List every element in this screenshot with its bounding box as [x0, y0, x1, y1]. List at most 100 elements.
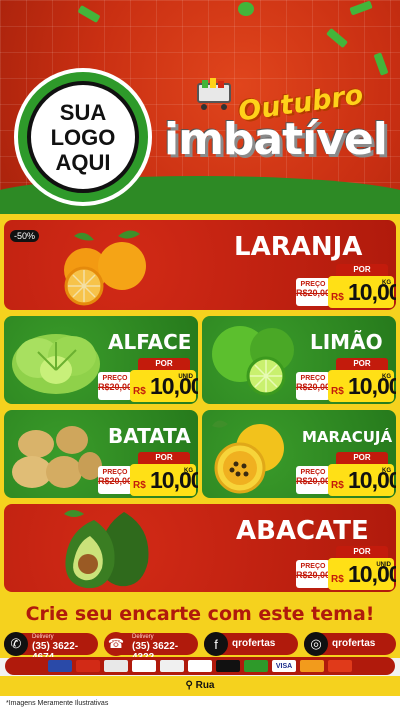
facebook-icon: f — [204, 632, 228, 656]
price-tag: PREÇO R$20,00 POR R$ 10,00 UNID — [296, 546, 396, 590]
card-icon — [328, 660, 352, 672]
currency-label: R$ — [331, 574, 344, 585]
card-icon — [76, 660, 100, 672]
por-label: POR — [336, 264, 388, 276]
discount-badge: -50% — [10, 230, 40, 242]
old-price-box: PREÇO R$20,00 — [296, 278, 330, 306]
lime-image — [212, 326, 294, 396]
product-name: MARACUJÁ — [302, 428, 393, 446]
price-unit: KG — [382, 280, 391, 286]
facebook-handle: qrofertas — [232, 638, 276, 649]
instagram-contact[interactable]: ◎ qrofertas — [304, 632, 396, 656]
card-icon — [132, 660, 156, 672]
logo-line: AQUI — [55, 149, 111, 175]
price-tag: PREÇO R$20,00 POR R$ 10,00 KG — [296, 452, 396, 496]
old-price-label: PREÇO — [300, 281, 326, 288]
whatsapp-icon: ✆ — [4, 632, 28, 656]
logo-circle: SUA LOGO AQUI — [27, 81, 139, 193]
avocado-image — [64, 510, 149, 589]
passion-fruit-image — [212, 420, 284, 494]
old-price-label: PREÇO — [102, 375, 128, 382]
price-box: R$ 10,00 KG — [328, 370, 396, 402]
price-tag: PREÇO R$20,00 POR R$ 10,00 KG — [296, 358, 396, 402]
old-price-label: PREÇO — [300, 469, 326, 476]
old-price-box: PREÇO R$20,00 — [98, 466, 132, 494]
mastercard-icon — [300, 660, 324, 672]
price-unit: UNID — [178, 374, 193, 380]
card-icon — [216, 660, 240, 672]
phone-icon: ☎ — [104, 632, 128, 656]
old-price-box: PREÇO R$20,00 — [296, 560, 330, 588]
delivery-label: Delivery — [132, 634, 154, 640]
old-price-label: PREÇO — [102, 469, 128, 476]
old-price: R$20,00 — [98, 382, 133, 392]
campaign-title: Outubro imbatível — [160, 78, 396, 186]
address-text: Rua — [195, 680, 215, 691]
currency-label: R$ — [331, 292, 344, 303]
card-icon — [48, 660, 72, 672]
price-tag: PREÇO R$20,00 POR R$ 10,00 UNID — [98, 358, 198, 402]
delivery-label: Delivery — [32, 634, 54, 640]
por-label: POR — [336, 358, 388, 370]
card-icon — [104, 660, 128, 672]
logo-line: LOGO — [50, 124, 116, 150]
orange-image — [64, 230, 146, 306]
header-banner: SUA LOGO AQUI Outubro imbatível — [0, 0, 400, 214]
address-line: ⚲ Rua — [0, 676, 400, 696]
title-main: imbatível — [164, 114, 388, 165]
price-unit: KG — [382, 468, 391, 474]
product-card-abacate[interactable]: ABACATE PREÇO R$20,00 POR R$ 10,00 UNID — [4, 504, 396, 592]
por-label: POR — [138, 358, 190, 370]
shopping-cart-icon — [197, 78, 231, 110]
old-price: R$20,00 — [98, 476, 133, 486]
product-name: ABACATE — [236, 516, 369, 546]
old-price: R$20,00 — [296, 382, 331, 392]
product-name: LARANJA — [234, 232, 363, 262]
por-label: POR — [138, 452, 190, 464]
old-price: R$20,00 — [296, 570, 331, 580]
instagram-handle: qrofertas — [332, 638, 376, 649]
old-price-box: PREÇO R$20,00 — [296, 372, 330, 400]
product-name: ALFACE — [108, 330, 192, 354]
product-name: BATATA — [108, 424, 191, 448]
product-card-alface[interactable]: ALFACE PREÇO R$20,00 POR R$ 10,00 UNID — [4, 316, 198, 404]
visa-icon: VISA — [272, 660, 296, 672]
card-icon — [160, 660, 184, 672]
potato-image — [12, 426, 102, 488]
price-box: R$ 10,00 KG — [328, 276, 396, 308]
product-card-maracuja[interactable]: MARACUJÁ PREÇO R$20,00 POR R$ 10,00 KG — [202, 410, 396, 498]
payment-methods: VISA — [5, 657, 395, 675]
por-label: POR — [336, 452, 388, 464]
card-icon — [188, 660, 212, 672]
price-box: R$ 10,00 UNID — [130, 370, 198, 402]
lettuce-image — [12, 334, 100, 394]
logo-placeholder: SUA LOGO AQUI — [14, 68, 152, 206]
price-tag: PREÇO R$20,00 POR R$ 10,00 KG — [98, 452, 198, 496]
currency-label: R$ — [133, 480, 146, 491]
cta-text: Crie seu encarte com este tema! — [0, 600, 400, 630]
product-name: LIMÃO — [310, 330, 383, 354]
currency-label: R$ — [331, 386, 344, 397]
old-price: R$20,00 — [296, 288, 331, 298]
currency-label: R$ — [331, 480, 344, 491]
old-price-label: PREÇO — [300, 375, 326, 382]
old-price-box: PREÇO R$20,00 — [296, 466, 330, 494]
price-box: R$ 10,00 KG — [130, 464, 198, 496]
price-box: R$ 10,00 KG — [328, 464, 396, 496]
phone-contact[interactable]: ☎ Delivery (35) 3622-4322 — [104, 632, 198, 663]
old-price: R$20,00 — [296, 476, 331, 486]
price-box: R$ 10,00 UNID — [328, 558, 396, 590]
facebook-contact[interactable]: f qrofertas — [204, 632, 298, 656]
product-card-laranja[interactable]: -50% LARANJA PREÇO R$20,00 POR R$ 10,00 KG — [4, 220, 396, 310]
product-card-limao[interactable]: LIMÃO PREÇO R$20,00 POR R$ 10,00 KG — [202, 316, 396, 404]
old-price-box: PREÇO R$20,00 — [98, 372, 132, 400]
product-card-batata[interactable]: BATATA PREÇO R$20,00 POR R$ 10,00 KG — [4, 410, 198, 498]
logo-line: SUA — [59, 99, 107, 125]
card-icon — [244, 660, 268, 672]
location-pin-icon: ⚲ — [185, 680, 193, 691]
instagram-icon: ◎ — [304, 632, 328, 656]
price-tag: PREÇO R$20,00 POR R$ 10,00 KG — [296, 264, 396, 308]
whatsapp-contact[interactable]: ✆ Delivery (35) 3622-4674 — [4, 632, 98, 663]
contact-bar: ✆ Delivery (35) 3622-4674 ☎ Delivery (35… — [0, 630, 400, 663]
price-unit: UNID — [376, 562, 391, 568]
